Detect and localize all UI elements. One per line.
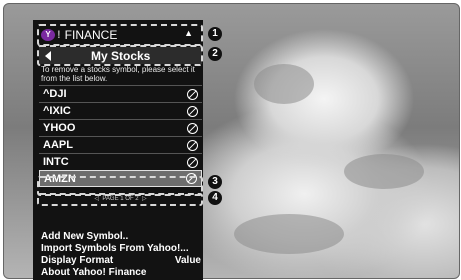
stock-row[interactable]: INTC [39,153,202,170]
background-photo-shadow [344,154,424,189]
remove-icon[interactable] [187,88,198,100]
stock-row[interactable]: YHOO [39,119,202,136]
stock-symbol: ^DJI [43,88,67,100]
callout-number-1: 1 [208,27,222,41]
stock-symbol: AAPL [43,139,73,151]
stock-list: ^DJI ^IXIC YHOO AAPL INTC AMZN [39,85,202,187]
callout-number-3: 3 [208,175,222,189]
display-format-value: Value [174,255,201,266]
callout-box-header [37,24,203,46]
menu-item-display-format[interactable]: Display Format Value [41,255,201,267]
background-photo-shadow [234,214,344,254]
callout-box-pager [37,193,203,206]
stock-symbol: ^IXIC [43,105,71,117]
menu-item-add-symbol[interactable]: Add New Symbol.. [41,231,201,243]
instruction-text: To remove a stocks symbol, please select… [41,65,195,83]
stock-row[interactable]: ^IXIC [39,102,202,119]
callout-box-subheader [37,45,203,66]
stock-symbol: INTC [43,156,69,168]
callout-number-2: 2 [208,47,222,61]
remove-icon[interactable] [187,122,198,134]
menu-item-import[interactable]: Import Symbols From Yahoo!... [41,243,201,255]
remove-icon[interactable] [187,105,198,117]
remove-icon[interactable] [187,156,198,168]
callout-number-4: 4 [208,191,222,205]
stock-row[interactable]: AAPL [39,136,202,153]
menu-item-about[interactable]: About Yahoo! Finance [41,267,201,279]
stock-symbol: YHOO [43,122,76,134]
remove-icon[interactable] [187,139,198,151]
options-menu: Add New Symbol.. Import Symbols From Yah… [41,231,201,279]
background-photo-shadow [254,64,314,104]
stock-row[interactable]: ^DJI [39,85,202,102]
